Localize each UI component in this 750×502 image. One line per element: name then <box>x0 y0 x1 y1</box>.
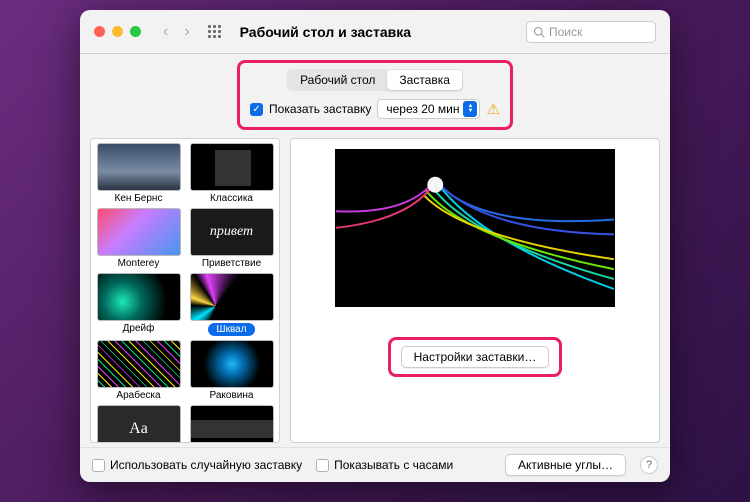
screensaver-thumb[interactable]: Обложки <box>188 405 275 443</box>
hot-corners-button[interactable]: Активные углы… <box>505 454 626 476</box>
screensaver-thumb[interactable]: Раковина <box>188 340 275 401</box>
screensaver-thumb[interactable]: Арабеска <box>95 340 182 401</box>
window-controls <box>94 26 141 37</box>
help-button[interactable]: ? <box>640 456 658 474</box>
random-checkbox-row[interactable]: Использовать случайную заставку <box>92 458 302 472</box>
show-after-row: ✓ Показать заставку через 20 мин ▲▼ ⚠ <box>250 99 500 119</box>
screensaver-thumb[interactable]: привет Приветствие <box>188 208 275 269</box>
tab-screensaver[interactable]: Заставка <box>387 70 462 90</box>
thumbnail-label: Арабеска <box>112 390 164 401</box>
clock-label: Показывать с часами <box>334 458 453 472</box>
tab-desktop[interactable]: Рабочий стол <box>288 70 387 90</box>
close-icon[interactable] <box>94 26 105 37</box>
forward-button[interactable]: › <box>184 23 189 41</box>
thumbnail-label: Приветствие <box>198 258 265 269</box>
minimize-icon[interactable] <box>112 26 123 37</box>
random-label: Использовать случайную заставку <box>110 458 302 472</box>
flurry-preview-icon <box>336 150 614 307</box>
screensaver-preview[interactable] <box>335 149 615 307</box>
thumbnail-label: Кен Бернс <box>111 193 167 204</box>
highlight-annotation-2: Настройки заставки… <box>388 337 563 377</box>
search-icon <box>533 26 545 38</box>
screensaver-thumb[interactable]: AaСообщение <box>95 405 182 443</box>
thumbnail-label: Классика <box>206 193 257 204</box>
thumbnail-label: Раковина <box>206 390 258 401</box>
thumbnail-image <box>97 340 181 388</box>
show-screensaver-label: Показать заставку <box>269 102 371 116</box>
warning-icon: ⚠ <box>486 100 499 118</box>
show-all-icon[interactable] <box>208 25 222 39</box>
screensaver-thumb[interactable]: Дрейф <box>95 273 182 336</box>
screensaver-list[interactable]: Кен Бернс Классика Monterey привет Приветств… <box>90 138 280 443</box>
show-screensaver-checkbox[interactable]: ✓ <box>250 103 263 116</box>
thumbnail-image: привет <box>190 208 274 256</box>
zoom-icon[interactable] <box>130 26 141 37</box>
search-placeholder: Поиск <box>549 25 582 39</box>
titlebar: ‹ › Рабочий стол и заставка Поиск <box>80 10 670 54</box>
thumbnail-image <box>190 405 274 443</box>
preview-panel: Настройки заставки… <box>290 138 660 443</box>
random-checkbox[interactable] <box>92 459 105 472</box>
screensaver-thumb[interactable]: Monterey <box>95 208 182 269</box>
content-area: Кен Бернс Классика Monterey привет Приветств… <box>80 138 670 447</box>
thumbnail-image <box>190 340 274 388</box>
screensaver-options-button[interactable]: Настройки заставки… <box>401 346 550 368</box>
thumbnail-image: Aa <box>97 405 181 443</box>
screensaver-thumb[interactable]: Классика <box>188 143 275 204</box>
clock-checkbox-row[interactable]: Показывать с часами <box>316 458 453 472</box>
nav-arrows: ‹ › <box>163 23 190 41</box>
back-button[interactable]: ‹ <box>163 23 168 41</box>
footer: Использовать случайную заставку Показыва… <box>80 447 670 482</box>
top-panel: Рабочий стол Заставка ✓ Показать заставк… <box>80 54 670 138</box>
delay-dropdown[interactable]: через 20 мин ▲▼ <box>377 99 480 119</box>
screensaver-thumb[interactable]: Шквал <box>188 273 275 336</box>
thumbnail-image <box>97 273 181 321</box>
search-input[interactable]: Поиск <box>526 21 656 43</box>
thumbnail-image <box>97 208 181 256</box>
thumbnail-image <box>190 143 274 191</box>
delay-value: через 20 мин <box>386 102 459 116</box>
preferences-window: ‹ › Рабочий стол и заставка Поиск Рабочи… <box>80 10 670 482</box>
highlight-annotation: Рабочий стол Заставка ✓ Показать заставк… <box>237 60 513 130</box>
tab-segmented-control[interactable]: Рабочий стол Заставка <box>287 69 463 91</box>
clock-checkbox[interactable] <box>316 459 329 472</box>
thumbnail-image <box>190 273 274 321</box>
screensaver-thumb[interactable]: Кен Бернс <box>95 143 182 204</box>
chevron-updown-icon: ▲▼ <box>463 101 477 117</box>
thumbnail-label: Monterey <box>114 258 164 269</box>
thumbnail-label: Дрейф <box>119 323 159 334</box>
thumbnail-label: Шквал <box>208 323 254 336</box>
window-title: Рабочий стол и заставка <box>240 24 518 40</box>
thumbnail-image <box>97 143 181 191</box>
